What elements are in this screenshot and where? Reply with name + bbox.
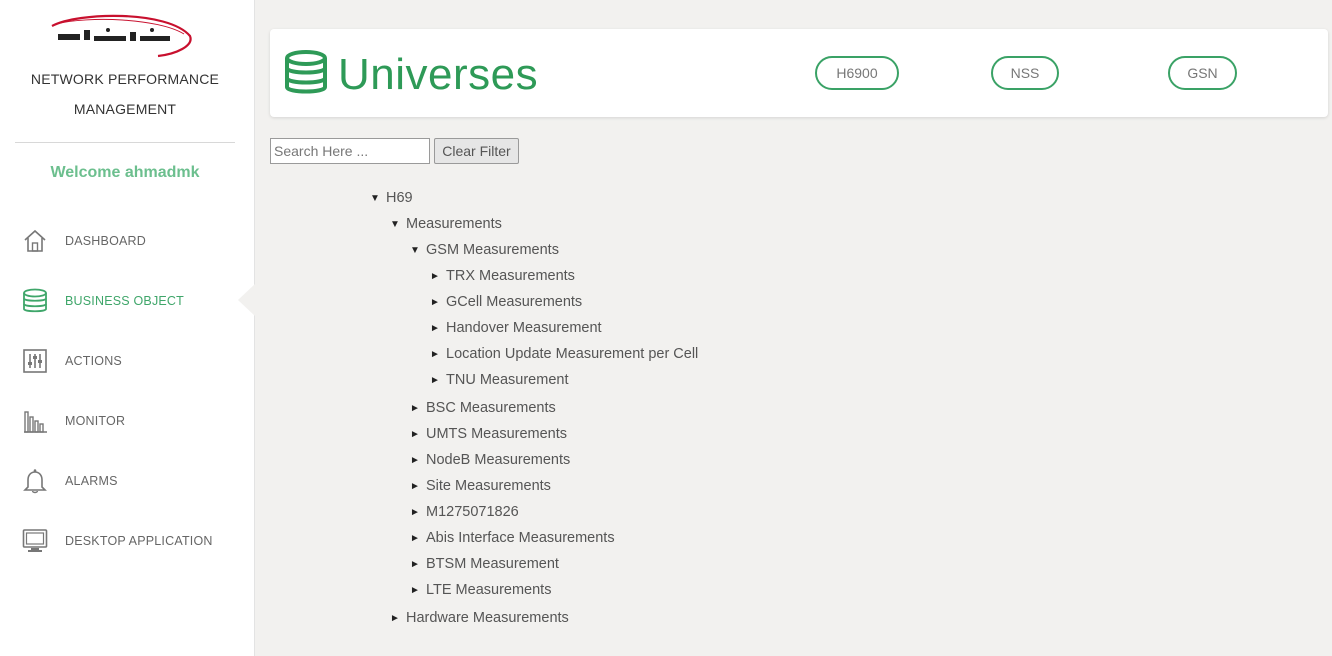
sidebar-item-label: DESKTOP APPLICATION bbox=[65, 534, 213, 548]
collapsed-triangle-icon[interactable]: ► bbox=[410, 481, 426, 492]
sidebar-item-desktop-application[interactable]: DESKTOP APPLICATION bbox=[0, 521, 254, 561]
sidebar-item-label: ALARMS bbox=[65, 474, 118, 488]
tree-node-label: TNU Measurement bbox=[446, 372, 569, 388]
expanded-triangle-icon[interactable]: ▼ bbox=[370, 193, 386, 204]
tree-node-label: BTSM Measurement bbox=[426, 556, 559, 572]
database-icon bbox=[284, 50, 328, 96]
tree-node-site-measurements[interactable]: ► Site Measurements bbox=[410, 475, 551, 497]
home-icon bbox=[21, 227, 49, 255]
nss-button[interactable]: NSS bbox=[991, 56, 1059, 90]
sidebar-item-label: ACTIONS bbox=[65, 354, 122, 368]
database-icon bbox=[21, 287, 49, 315]
tree-node-gsm-measurements[interactable]: ▼ GSM Measurements bbox=[410, 239, 559, 261]
search-input[interactable] bbox=[270, 138, 430, 164]
collapsed-triangle-icon[interactable]: ► bbox=[430, 349, 446, 360]
page-header: Universes H6900 NSS GSN bbox=[270, 29, 1328, 117]
collapsed-triangle-icon[interactable]: ► bbox=[410, 533, 426, 544]
tree-node-gcell-measurements[interactable]: ► GCell Measurements bbox=[430, 291, 582, 313]
tree-node-label: GCell Measurements bbox=[446, 294, 583, 310]
tree-node-label: UMTS Measurements bbox=[426, 426, 568, 442]
expanded-triangle-icon[interactable]: ▼ bbox=[410, 245, 426, 256]
sidebar-item-dashboard[interactable]: DASHBOARD bbox=[0, 221, 254, 261]
app-title-line1: NETWORK PERFORMANCE bbox=[30, 71, 220, 87]
collapsed-triangle-icon[interactable]: ► bbox=[410, 559, 426, 570]
clear-filter-button[interactable]: Clear Filter bbox=[434, 138, 519, 164]
collapsed-triangle-icon[interactable]: ► bbox=[430, 323, 446, 334]
tree-node-label: H69 bbox=[386, 190, 413, 206]
tree-node-btsm-measurement[interactable]: ► BTSM Measurement bbox=[410, 553, 559, 575]
sidebar-item-business-object[interactable]: BUSINESS OBJECT bbox=[0, 281, 254, 321]
collapsed-triangle-icon[interactable]: ► bbox=[430, 297, 446, 308]
active-indicator bbox=[238, 284, 255, 316]
sidebar-item-monitor[interactable]: MONITOR bbox=[0, 401, 254, 441]
tree-node-bsc-measurements[interactable]: ► BSC Measurements bbox=[410, 397, 556, 419]
bell-icon bbox=[21, 467, 49, 495]
tree-node-hardware-measurements[interactable]: ► Hardware Measurements bbox=[390, 607, 569, 629]
collapsed-triangle-icon[interactable]: ► bbox=[410, 585, 426, 596]
collapsed-triangle-icon[interactable]: ► bbox=[410, 429, 426, 440]
tree-node-location-update[interactable]: ► Location Update Measurement per Cell bbox=[430, 343, 698, 365]
tree-node-label: NodeB Measurements bbox=[426, 452, 571, 468]
tree-node-label: Abis Interface Measurements bbox=[426, 530, 615, 546]
collapsed-triangle-icon[interactable]: ► bbox=[410, 507, 426, 518]
sidebar-item-label: DASHBOARD bbox=[65, 234, 146, 248]
tree-node-label: LTE Measurements bbox=[426, 582, 552, 598]
collapsed-triangle-icon[interactable]: ► bbox=[390, 613, 406, 624]
sliders-icon bbox=[21, 347, 49, 375]
h6900-button[interactable]: H6900 bbox=[815, 56, 899, 90]
tree-node-m1275071826[interactable]: ► M1275071826 bbox=[410, 501, 519, 523]
tree-node-label: Site Measurements bbox=[426, 478, 551, 494]
welcome-message: Welcome ahmadmk bbox=[50, 164, 200, 181]
tree-node-umts-measurements[interactable]: ► UMTS Measurements bbox=[410, 423, 567, 445]
collapsed-triangle-icon[interactable]: ► bbox=[430, 271, 446, 282]
gsn-button[interactable]: GSN bbox=[1168, 56, 1237, 90]
bar-chart-icon bbox=[21, 407, 49, 435]
tree-node-abis-interface[interactable]: ► Abis Interface Measurements bbox=[410, 527, 615, 549]
tree-node-label: BSC Measurements bbox=[426, 400, 556, 416]
collapsed-triangle-icon[interactable]: ► bbox=[410, 403, 426, 414]
sidebar-item-actions[interactable]: ACTIONS bbox=[0, 341, 254, 381]
tree-node-nodeb-measurements[interactable]: ► NodeB Measurements bbox=[410, 449, 570, 471]
tree-node-label: Measurements bbox=[406, 216, 502, 232]
tree-node-lte-measurements[interactable]: ► LTE Measurements bbox=[410, 579, 551, 601]
expanded-triangle-icon[interactable]: ▼ bbox=[390, 219, 406, 230]
tree-node-label: TRX Measurements bbox=[446, 268, 575, 284]
sidebar-item-alarms[interactable]: ALARMS bbox=[0, 461, 254, 501]
collapsed-triangle-icon[interactable]: ► bbox=[410, 455, 426, 466]
sidebar: NETWORK PERFORMANCE MANAGEMENT Welcome a… bbox=[0, 0, 255, 656]
collapsed-triangle-icon[interactable]: ► bbox=[430, 375, 446, 386]
tree-node-label: Hardware Measurements bbox=[406, 610, 569, 626]
syriatel-logo bbox=[51, 14, 192, 58]
sidebar-divider bbox=[15, 142, 235, 143]
tree-node-label: M1275071826 bbox=[426, 504, 519, 520]
tree-node-trx-measurements[interactable]: ► TRX Measurements bbox=[430, 265, 575, 287]
tree-node-label: Location Update Measurement per Cell bbox=[446, 346, 699, 362]
tree-node-h69[interactable]: ▼ H69 bbox=[370, 187, 413, 209]
tree-node-tnu-measurement[interactable]: ► TNU Measurement bbox=[430, 369, 568, 391]
tree-node-measurements[interactable]: ▼ Measurements bbox=[390, 213, 502, 235]
sidebar-item-label: BUSINESS OBJECT bbox=[65, 294, 184, 308]
tree-node-handover-measurement[interactable]: ► Handover Measurement bbox=[430, 317, 602, 339]
monitor-icon bbox=[21, 527, 49, 555]
app-title: NETWORK PERFORMANCE MANAGEMENT bbox=[0, 64, 250, 124]
app-title-line2: MANAGEMENT bbox=[73, 101, 177, 117]
page-title: Universes bbox=[338, 50, 539, 99]
sidebar-item-label: MONITOR bbox=[65, 414, 126, 428]
tree-node-label: Handover Measurement bbox=[446, 320, 602, 336]
tree-node-label: GSM Measurements bbox=[426, 242, 559, 258]
